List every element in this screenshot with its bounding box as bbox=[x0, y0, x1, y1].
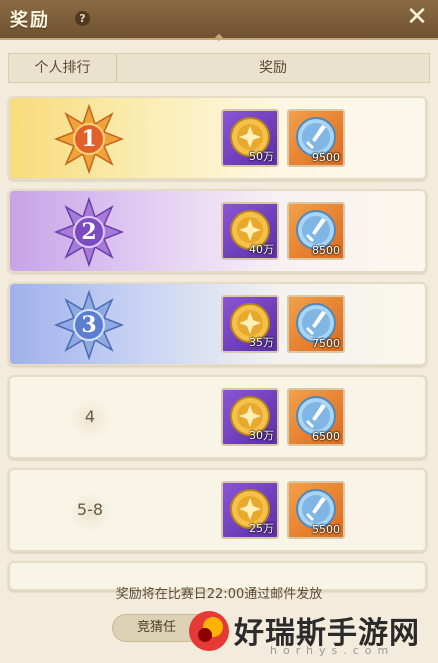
coin-count: 40万 bbox=[249, 243, 274, 256]
column-rank: 个人排行 bbox=[9, 54, 117, 82]
help-icon[interactable]: ? bbox=[75, 11, 90, 26]
column-header: 个人排行 奖励 bbox=[8, 53, 430, 83]
coin-reward-item[interactable]: 30万 bbox=[221, 388, 279, 446]
sword-reward-item[interactable]: 5500 bbox=[287, 481, 345, 539]
sword-reward-item[interactable]: 7500 bbox=[287, 295, 345, 353]
medal-rank-number: 1 bbox=[81, 126, 97, 152]
gold-medal-icon: 1 bbox=[53, 103, 125, 175]
reward-row-rank-5-8: 5-8 25万 5500 bbox=[8, 468, 427, 552]
coin-reward-item[interactable]: 35万 bbox=[221, 295, 279, 353]
sword-count: 9500 bbox=[312, 151, 340, 164]
watermark-logo-icon bbox=[189, 611, 229, 651]
site-watermark: 好瑞斯手游网 horhys.com bbox=[186, 598, 434, 660]
purple-medal-icon: 2 bbox=[53, 196, 125, 268]
medal-rank-number: 2 bbox=[81, 219, 97, 245]
column-reward: 奖励 bbox=[259, 60, 287, 76]
coin-reward-item[interactable]: 50万 bbox=[221, 109, 279, 167]
sword-count: 6500 bbox=[312, 430, 340, 443]
coin-reward-item[interactable]: 40万 bbox=[221, 202, 279, 260]
blue-medal-icon: 3 bbox=[53, 289, 125, 361]
reward-row-rank-4: 4 30万 6500 bbox=[8, 375, 427, 459]
coin-count: 25万 bbox=[249, 522, 274, 535]
close-icon[interactable]: ✕ bbox=[404, 4, 430, 30]
sword-reward-item[interactable]: 9500 bbox=[287, 109, 345, 167]
ornament-icon: ◆ bbox=[215, 32, 223, 43]
coin-reward-item[interactable]: 25万 bbox=[221, 481, 279, 539]
reward-row-rank-1: 1 50万 9500 bbox=[8, 96, 427, 180]
coin-count: 50万 bbox=[249, 150, 274, 163]
sword-count: 5500 bbox=[312, 523, 340, 536]
watermark-url: horhys.com bbox=[270, 644, 395, 657]
coin-count: 30万 bbox=[249, 429, 274, 442]
reward-panel: 奖励 ? ✕ ◆ 个人排行 奖励 1 50万 9500 2 40万 8500 3… bbox=[0, 0, 438, 663]
sword-count: 7500 bbox=[312, 337, 340, 350]
panel-title: 奖励 bbox=[10, 10, 50, 31]
coin-count: 35万 bbox=[249, 336, 274, 349]
rank-label: 4 bbox=[84, 407, 96, 426]
medal-rank-number: 3 bbox=[81, 312, 97, 338]
sword-reward-item[interactable]: 8500 bbox=[287, 202, 345, 260]
reward-row-rank-2: 2 40万 8500 bbox=[8, 189, 427, 273]
sword-count: 8500 bbox=[312, 244, 340, 257]
rank-label: 5-8 bbox=[76, 500, 104, 519]
sword-reward-item[interactable]: 6500 bbox=[287, 388, 345, 446]
reward-row-rank-3: 3 35万 7500 bbox=[8, 282, 427, 366]
